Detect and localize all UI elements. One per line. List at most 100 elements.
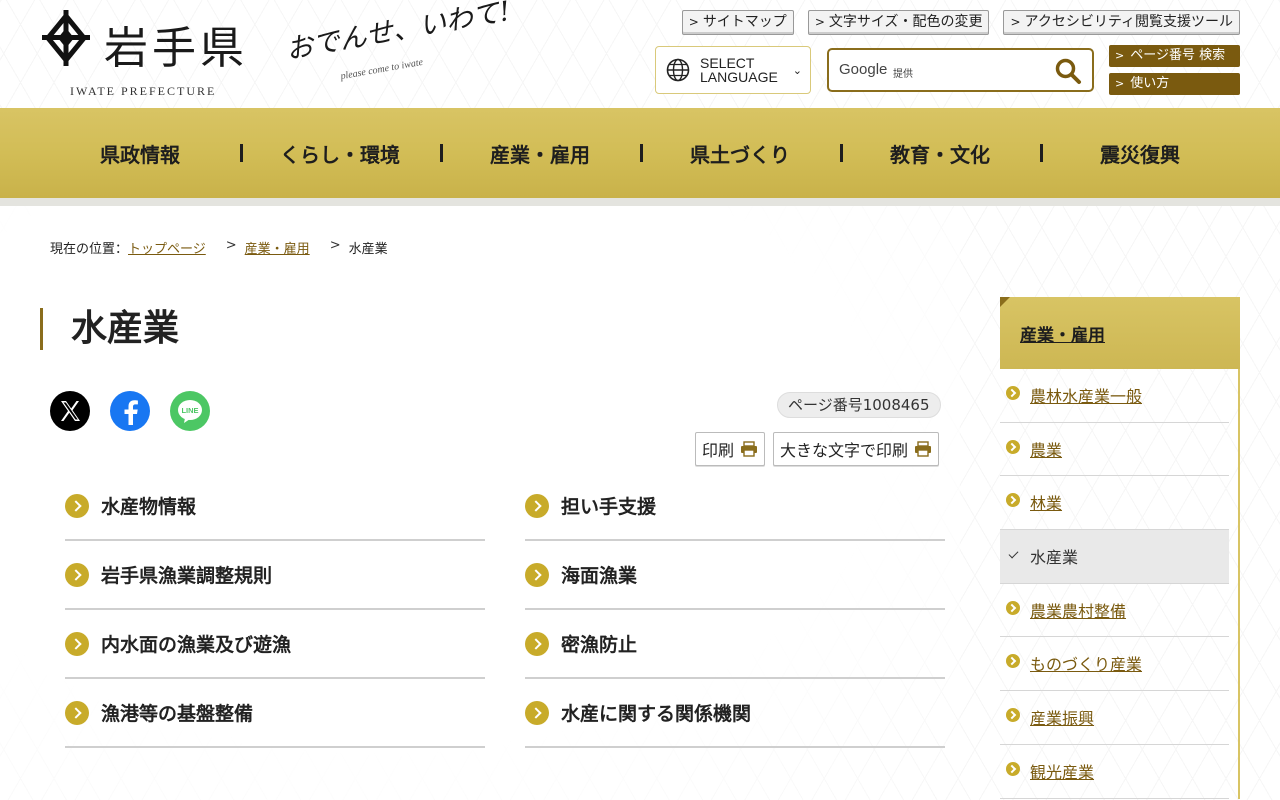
breadcrumb-prefix: 現在の位置： — [50, 242, 129, 257]
category-links: 水産物情報 担い手支援 岩手県漁業調整規則 海面漁業 内水面の漁業及び遊漁 密漁… — [65, 472, 945, 748]
chevron-right-icon: > — [1010, 15, 1021, 29]
select-language-text: SELECT LANGUAGE — [700, 55, 778, 85]
select-language-button[interactable]: SELECT LANGUAGE ⌄ — [655, 46, 811, 94]
how-to-use-label: 使い方 — [1130, 76, 1170, 91]
line-logo: LINE — [178, 400, 202, 423]
sidenav-item-tourism[interactable]: 観光産業 — [1000, 745, 1229, 799]
sidenav-item-rural-development[interactable]: 農業農村整備 — [1000, 584, 1229, 638]
gnav-disaster-recovery[interactable]: 震災復興 — [1040, 108, 1240, 198]
link-label: 水産物情報 — [101, 496, 197, 518]
sidenav-item-label: 農林水産業一般 — [1030, 387, 1143, 406]
link-label: 水産に関する関係機関 — [561, 703, 752, 725]
breadcrumb-separator: > — [225, 238, 237, 253]
sidenav-item-label: ものづくり産業 — [1030, 655, 1143, 675]
link-label: 密漁防止 — [561, 634, 638, 656]
chevron-right-icon: > — [1115, 49, 1125, 62]
chevron-circle-icon — [65, 700, 89, 725]
large-text-print-button[interactable]: 大きな文字で印刷 — [773, 432, 940, 466]
chevron-circle-icon — [65, 631, 89, 656]
prefecture-logo[interactable]: 岩手県 IWATE PREFECTURE — [40, 10, 270, 100]
sidenav-item-label: 農業農村整備 — [1030, 601, 1127, 621]
chevron-circle-icon — [1006, 600, 1020, 615]
link-label: 漁港等の基盤整備 — [101, 703, 254, 725]
gnav-land-development[interactable]: 県土づくり — [640, 108, 840, 198]
link-fishing-port-infrastructure[interactable]: 漁港等の基盤整備 — [65, 679, 485, 748]
chevron-circle-icon — [1006, 386, 1020, 400]
accessibility-tool-link[interactable]: > アクセシビリティ閲覧支援ツール — [1003, 10, 1240, 35]
sidenav-item-label: 水産業 — [1030, 548, 1079, 568]
header-side-buttons: > ページ番号 検索 > 使い方 — [1109, 45, 1240, 101]
link-fishery-adjustment-rules[interactable]: 岩手県漁業調整規則 — [65, 541, 485, 610]
chevron-circle-icon — [65, 562, 89, 587]
link-poaching-prevention[interactable]: 密漁防止 — [525, 610, 945, 679]
link-row: 岩手県漁業調整規則 海面漁業 — [65, 541, 945, 610]
link-label: 内水面の漁業及び遊漁 — [101, 634, 292, 656]
facebook-logo — [124, 400, 138, 425]
sidenav-item-fishery-current[interactable]: 水産業 — [1000, 530, 1229, 584]
link-row: 水産物情報 担い手支援 — [65, 472, 945, 541]
prefecture-emblem-icon — [42, 10, 90, 66]
link-label: 岩手県漁業調整規則 — [101, 565, 273, 587]
link-inland-fishery[interactable]: 内水面の漁業及び遊漁 — [65, 610, 485, 679]
gnav-industry-employment[interactable]: 産業・雇用 — [440, 108, 640, 198]
link-label: 担い手支援 — [561, 496, 657, 518]
printer-icon — [915, 441, 932, 457]
gnav-prefectural-government[interactable]: 県政情報 — [40, 108, 240, 198]
global-navigation: 県政情報 くらし・環境 産業・雇用 県土づくり 教育・文化 震災復興 — [0, 108, 1280, 206]
print-buttons: 印刷 大きな文字で印刷 — [695, 432, 940, 466]
facebook-icon[interactable] — [110, 391, 150, 431]
link-fishery-products-info[interactable]: 水産物情報 — [65, 472, 485, 541]
how-to-use-button[interactable]: > 使い方 — [1109, 73, 1240, 95]
link-label: 海面漁業 — [561, 565, 638, 587]
svg-text:LINE: LINE — [181, 406, 198, 415]
sidenav-item-forestry[interactable]: 林業 — [1000, 476, 1229, 531]
site-header: 岩手県 IWATE PREFECTURE おでんせ、いわて! please co… — [0, 0, 1280, 108]
search-input[interactable] — [919, 56, 1049, 84]
link-successor-support[interactable]: 担い手支援 — [525, 472, 945, 541]
chevron-circle-icon — [525, 631, 549, 656]
x-logo — [61, 401, 80, 421]
breadcrumb-industry-employment[interactable]: 産業・雇用 — [245, 238, 310, 257]
select-language-label: SELECT LANGUAGE — [700, 56, 778, 84]
globe-icon — [666, 58, 690, 82]
text-size-color-label: 文字サイズ・配色の変更 — [828, 14, 983, 30]
share-buttons: LINE — [50, 391, 210, 431]
search-icon[interactable] — [1054, 57, 1082, 85]
sidenav-item-label: 農業 — [1030, 440, 1063, 460]
checkmark-icon — [1006, 547, 1020, 561]
x-icon[interactable] — [50, 391, 90, 431]
link-row: 漁港等の基盤整備 水産に関する関係機関 — [65, 679, 945, 748]
sidenav-item-label: 産業振興 — [1030, 709, 1095, 729]
link-marine-fishery[interactable]: 海面漁業 — [525, 541, 945, 610]
side-navigation-heading[interactable]: 産業・雇用 — [1000, 297, 1240, 369]
catchphrase-sub: please come to iwate — [339, 56, 424, 83]
chevron-circle-icon — [525, 562, 549, 587]
chevron-down-icon: ⌄ — [792, 64, 802, 77]
chevron-circle-icon — [1006, 761, 1020, 776]
chevron-right-icon: > — [814, 15, 825, 29]
text-size-color-link[interactable]: > 文字サイズ・配色の変更 — [807, 10, 990, 35]
sitemap-label: サイトマップ — [702, 14, 787, 30]
page-number-badge: ページ番号1008465 — [777, 392, 941, 418]
side-navigation-list: 農林水産業一般 農業 林業 水産業 農業農村整備 ものづくり産業 産業振興 観光… — [1000, 369, 1240, 799]
breadcrumb-top-page[interactable]: トップページ — [128, 238, 206, 257]
page-number-search-button[interactable]: > ページ番号 検索 — [1109, 45, 1240, 67]
sidenav-item-agriculture[interactable]: 農業 — [1000, 423, 1229, 477]
page-title: 水産業 — [40, 308, 179, 350]
gnav-education-culture[interactable]: 教育・文化 — [840, 108, 1040, 198]
sidenav-item-manufacturing[interactable]: ものづくり産業 — [1000, 637, 1229, 692]
chevron-circle-icon — [525, 493, 549, 518]
chevron-circle-icon — [1006, 493, 1020, 508]
utility-links: > サイトマップ > 文字サイズ・配色の変更 > アクセシビリティ閲覧支援ツール — [681, 10, 1240, 35]
sitemap-link[interactable]: > サイトマップ — [681, 10, 794, 35]
catchphrase-main: おでんせ、いわて! — [283, 0, 513, 66]
line-icon[interactable]: LINE — [170, 391, 210, 431]
page-number-search-label: ページ番号 検索 — [1130, 48, 1226, 63]
gnav-living-environment[interactable]: くらし・環境 — [240, 108, 440, 198]
sidenav-item-agriculture-forestry-fishery-general[interactable]: 農林水産業一般 — [1000, 369, 1229, 423]
sidenav-item-industry-promotion[interactable]: 産業振興 — [1000, 691, 1229, 745]
printer-icon — [741, 441, 758, 457]
link-row: 内水面の漁業及び遊漁 密漁防止 — [65, 610, 945, 679]
link-fishery-related-organizations[interactable]: 水産に関する関係機関 — [525, 679, 945, 748]
print-button[interactable]: 印刷 — [695, 432, 766, 466]
